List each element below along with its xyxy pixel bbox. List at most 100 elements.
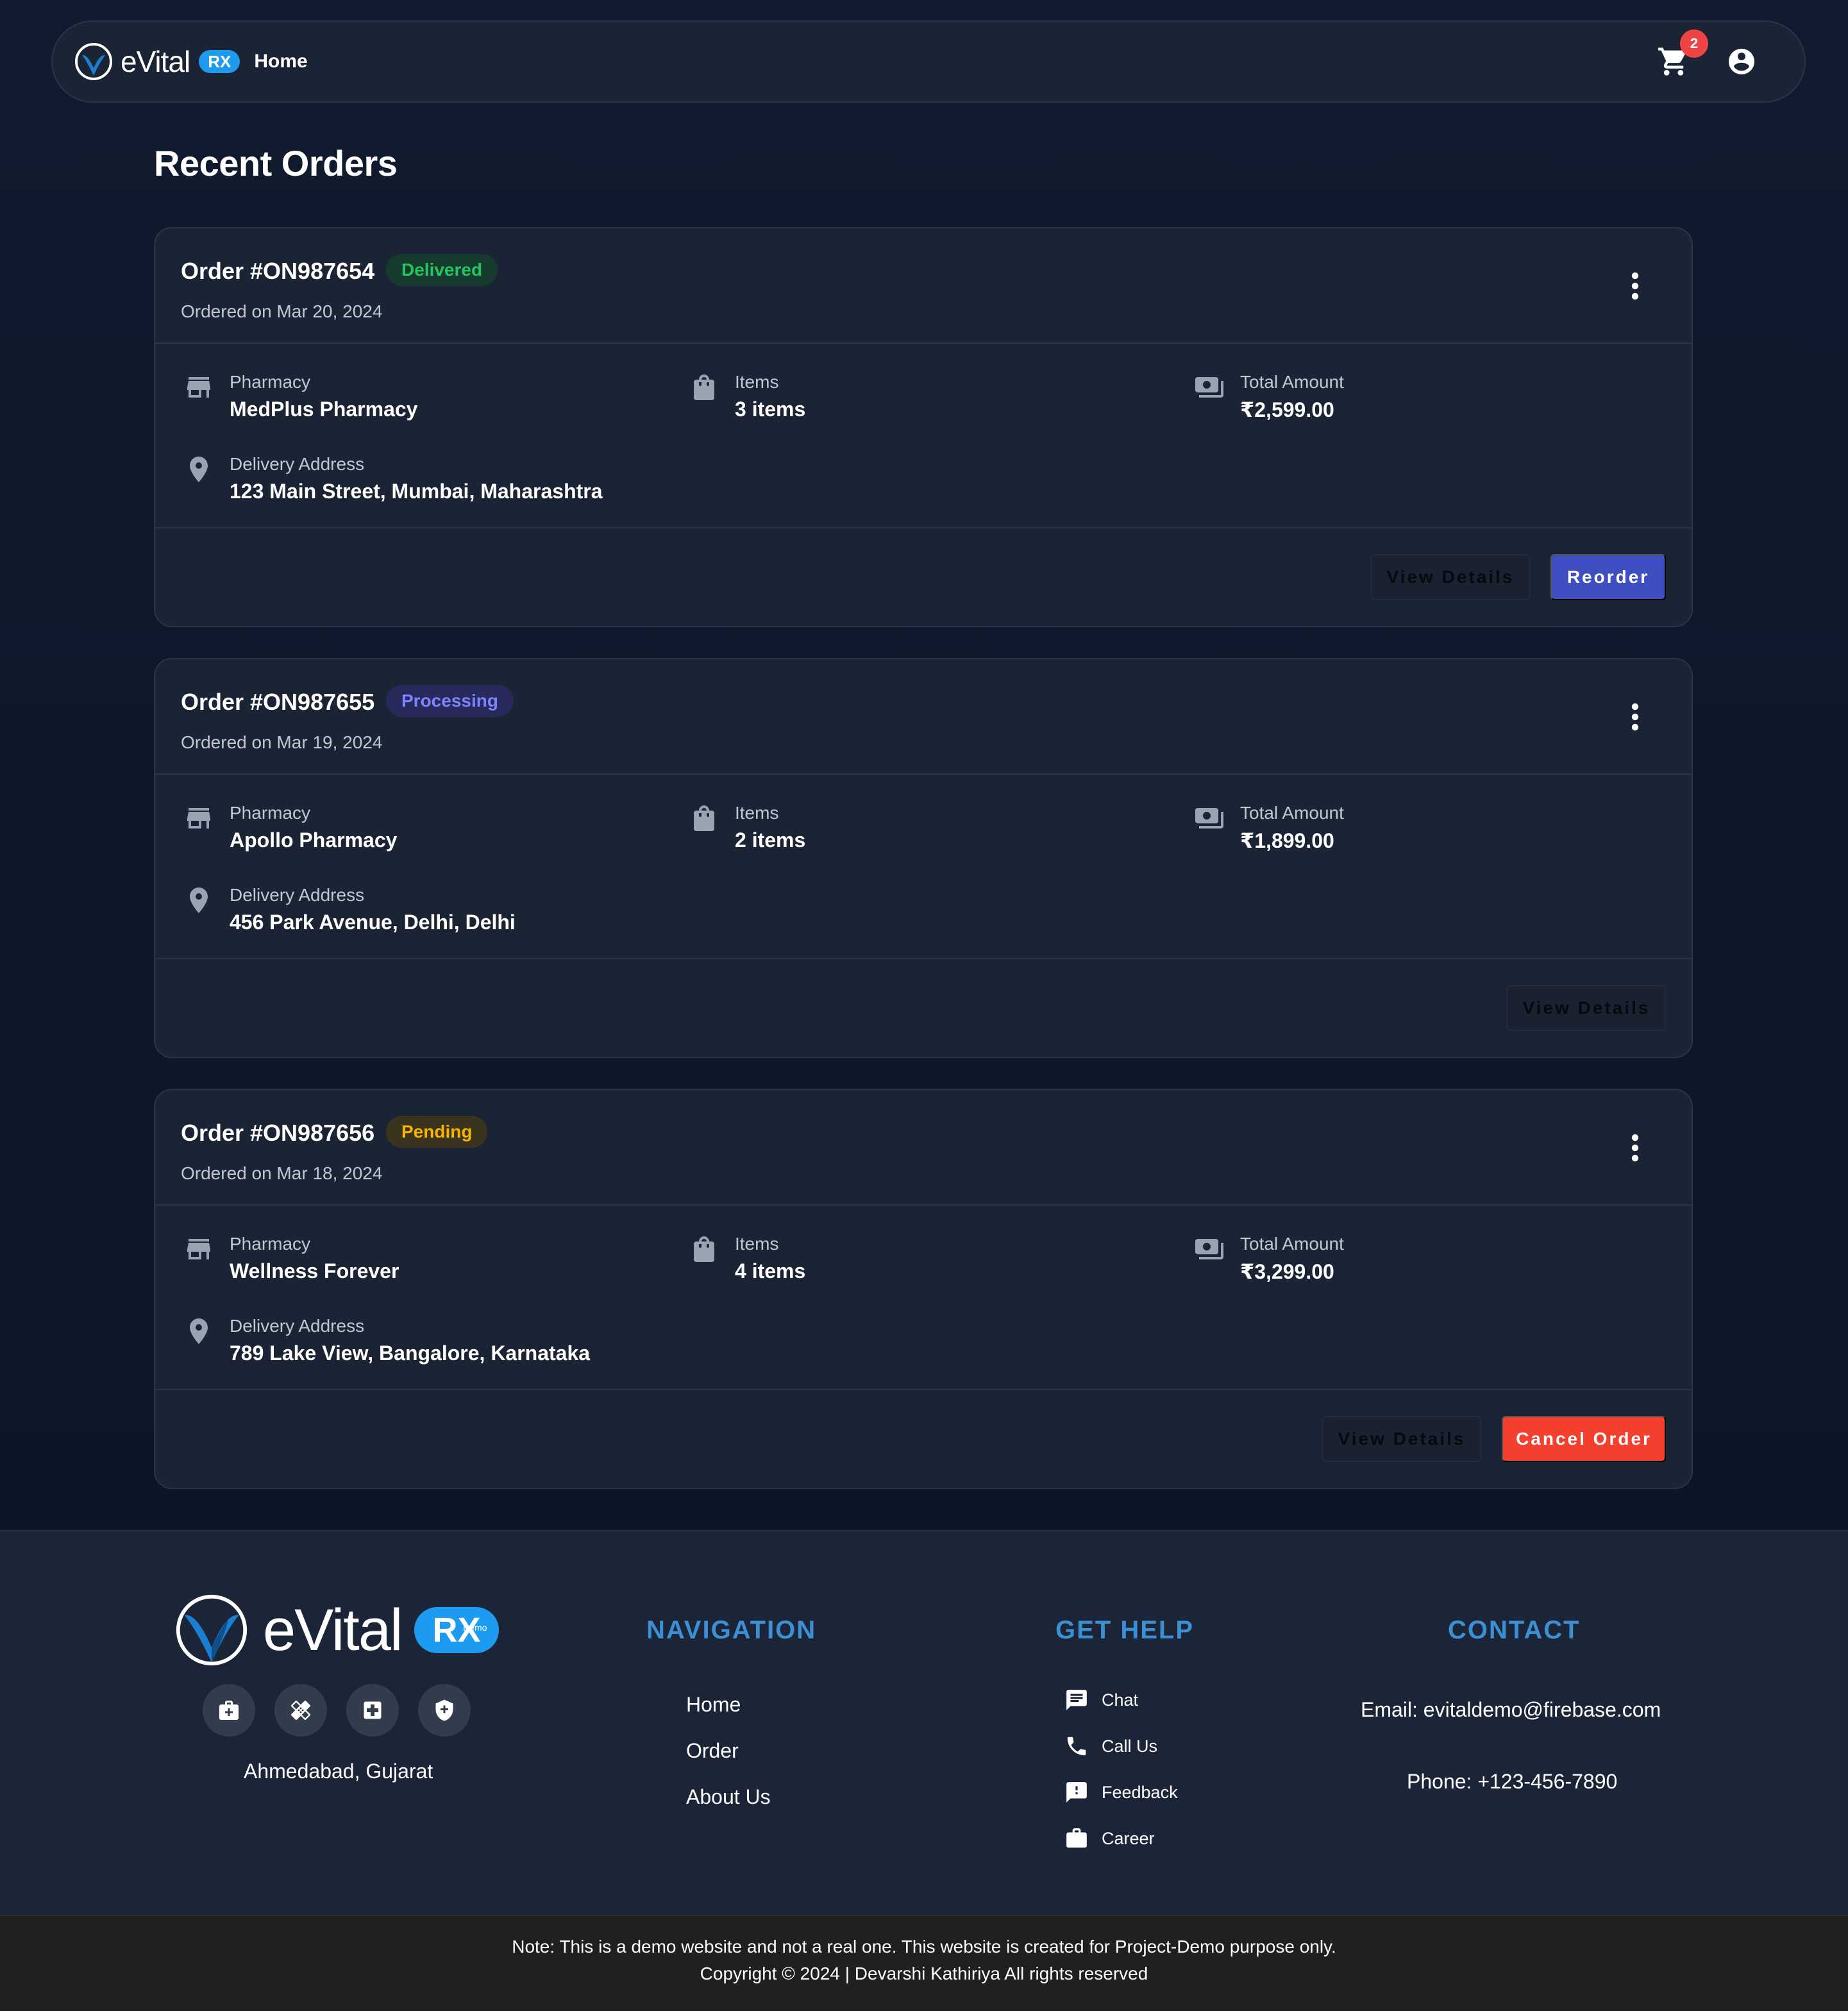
total-amount: ₹3,299.00 — [1240, 1260, 1334, 1283]
medical-bag-icon — [219, 1701, 239, 1720]
get-help-heading: GET HELP — [1055, 1616, 1195, 1644]
pharmacy-label: Pharmacy — [230, 372, 311, 392]
help-call-us[interactable]: Call Us — [1064, 1734, 1157, 1758]
store-icon — [187, 377, 210, 398]
total-label: Total Amount — [1240, 1234, 1344, 1254]
footer-logo[interactable]: eVital RX Demo — [174, 1593, 499, 1667]
more-vert-icon[interactable] — [1630, 1132, 1640, 1163]
chat-icon — [1066, 1690, 1087, 1710]
footer-brand-name: eVital — [263, 1597, 403, 1663]
items-count: 4 items — [735, 1259, 806, 1283]
reorder-button[interactable]: Reorder — [1550, 554, 1666, 600]
order-date: Ordered on Mar 20, 2024 — [181, 301, 383, 321]
brand-name: eVital — [121, 45, 190, 78]
hospital-icon — [364, 1701, 382, 1719]
help-feedback-label: Feedback — [1102, 1782, 1178, 1802]
evital-logo-icon — [75, 43, 112, 80]
help-call-us-label: Call Us — [1102, 1736, 1158, 1756]
order-id: Order #ON987654 — [181, 258, 375, 284]
navigation-heading: NAVIGATION — [646, 1616, 817, 1644]
payments-icon — [1195, 377, 1223, 398]
total-label: Total Amount — [1240, 372, 1344, 392]
social-hospital[interactable] — [346, 1684, 399, 1737]
brand-badge: RX — [199, 50, 240, 73]
address-label: Delivery Address — [230, 454, 365, 474]
briefcase-icon — [1066, 1828, 1087, 1848]
pharmacy-label: Pharmacy — [230, 803, 311, 823]
delivery-address: 789 Lake View, Bangalore, Karnataka — [230, 1342, 591, 1365]
total-amount: ₹2,599.00 — [1240, 398, 1334, 421]
contact-phone[interactable]: Phone: +123-456-7890 — [1407, 1770, 1617, 1794]
more-vert-icon[interactable] — [1630, 271, 1640, 301]
address-label: Delivery Address — [230, 885, 365, 905]
social-medical-bag[interactable] — [203, 1684, 255, 1737]
navbar: eVital RX Home 2 — [51, 21, 1806, 103]
pharmacy-name: MedPlus Pharmacy — [230, 398, 418, 421]
location-pin-icon — [190, 888, 208, 913]
contact-heading: CONTACT — [1448, 1616, 1581, 1644]
social-bandage[interactable] — [274, 1684, 327, 1737]
page-title: Recent Orders — [154, 143, 398, 183]
cart-button[interactable]: 2 — [1657, 29, 1708, 78]
shield-icon — [435, 1699, 453, 1721]
footer-link-home[interactable]: Home — [686, 1693, 741, 1717]
help-career[interactable]: Career — [1064, 1826, 1155, 1851]
location-pin-icon — [190, 1318, 208, 1344]
store-icon — [187, 1239, 210, 1259]
items-count: 3 items — [735, 398, 806, 421]
cancel-order-button[interactable]: Cancel Order — [1502, 1416, 1666, 1462]
phone-icon — [1067, 1737, 1086, 1756]
help-career-label: Career — [1102, 1828, 1155, 1848]
cart-count-badge: 2 — [1680, 29, 1708, 58]
contact-email[interactable]: Email: evitaldemo@firebase.com — [1361, 1698, 1661, 1722]
more-vert-icon[interactable] — [1630, 702, 1640, 732]
status-badge: Pending — [386, 1116, 488, 1148]
delivery-address: 456 Park Avenue, Delhi, Delhi — [230, 911, 516, 934]
view-details-button[interactable]: View Details — [1322, 1416, 1481, 1462]
order-date: Ordered on Mar 18, 2024 — [181, 1163, 383, 1183]
store-icon — [187, 808, 210, 829]
nav-home-link[interactable]: Home — [254, 51, 307, 72]
items-label: Items — [735, 803, 779, 823]
order-card: Order #ON987656 Pending Ordered on Mar 1… — [154, 1089, 1693, 1489]
footer-brand-badge-sup: Demo — [463, 1622, 487, 1633]
items-label: Items — [735, 1234, 779, 1254]
status-badge: Processing — [386, 685, 514, 717]
help-chat-label: Chat — [1102, 1690, 1139, 1710]
shopping-bag-icon — [694, 374, 714, 400]
footer-link-order[interactable]: Order — [686, 1739, 739, 1763]
copyright-text: Copyright © 2024 | Devarshi Kathiriya Al… — [700, 1964, 1148, 1983]
shopping-bag-icon — [694, 805, 714, 831]
social-shield[interactable] — [418, 1684, 471, 1737]
address-label: Delivery Address — [230, 1316, 365, 1336]
account-circle-icon[interactable] — [1726, 46, 1757, 77]
feedback-icon — [1066, 1782, 1087, 1803]
brand-logo-link[interactable]: eVital RX — [74, 42, 240, 81]
help-feedback[interactable]: Feedback — [1064, 1780, 1178, 1805]
view-details-button[interactable]: View Details — [1371, 554, 1530, 600]
help-chat[interactable]: Chat — [1064, 1688, 1138, 1712]
order-id: Order #ON987655 — [181, 689, 375, 715]
copyright-bar: Note: This is a demo website and not a r… — [0, 1915, 1848, 2011]
payments-icon — [1195, 808, 1223, 829]
demo-note: Note: This is a demo website and not a r… — [512, 1937, 1336, 1956]
order-card: Order #ON987654 Delivered Ordered on Mar… — [154, 227, 1693, 627]
footer-link-about-us[interactable]: About Us — [686, 1785, 771, 1809]
evital-logo-icon — [176, 1594, 248, 1666]
items-label: Items — [735, 372, 779, 392]
pharmacy-name: Wellness Forever — [230, 1259, 399, 1283]
footer-city: Ahmedabad, Gujarat — [244, 1760, 433, 1783]
status-badge: Delivered — [386, 254, 498, 286]
view-details-button[interactable]: View Details — [1507, 985, 1666, 1031]
footer-brand-badge: RX Demo — [414, 1607, 499, 1653]
footer: eVital RX Demo Ahmedabad, Gujarat NAVIGA… — [0, 1530, 1848, 1915]
payments-icon — [1195, 1239, 1223, 1259]
pharmacy-label: Pharmacy — [230, 1234, 311, 1254]
order-card: Order #ON987655 Processing Ordered on Ma… — [154, 658, 1693, 1058]
items-count: 2 items — [735, 829, 806, 852]
pharmacy-name: Apollo Pharmacy — [230, 829, 398, 852]
bandage-icon — [290, 1700, 311, 1721]
shopping-bag-icon — [694, 1236, 714, 1262]
order-id: Order #ON987656 — [181, 1120, 375, 1146]
location-pin-icon — [190, 457, 208, 482]
